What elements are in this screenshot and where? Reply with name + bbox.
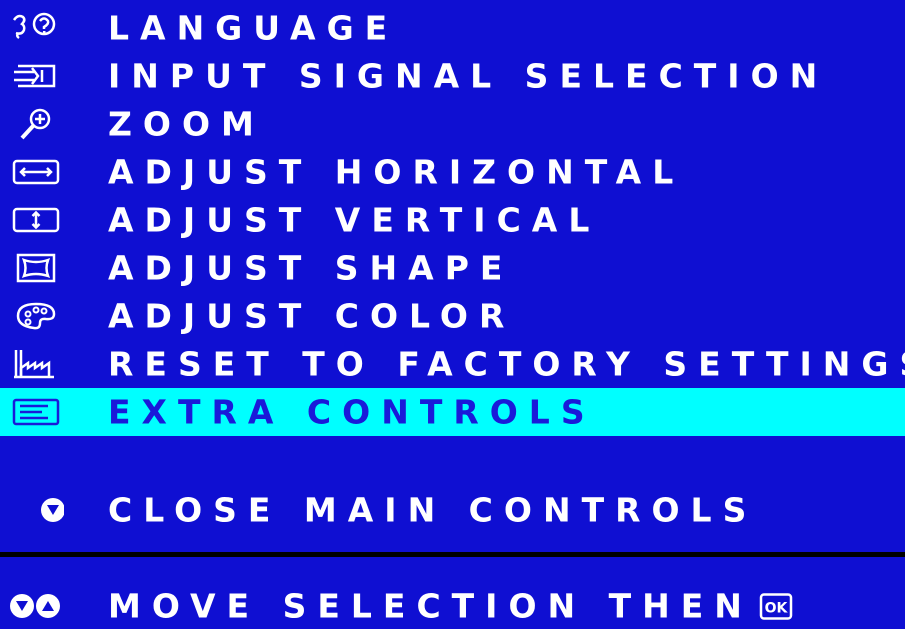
menu-item-label: ZOOM [108,104,265,144]
palette-icon [8,298,64,334]
menu-item-label: ADJUST HORIZONTAL [108,152,685,192]
down-up-buttons-icon [6,588,76,624]
divider [0,552,905,557]
menu-item-label: ADJUST COLOR [108,296,516,336]
menu-item-language[interactable]: LANGUAGE [0,4,905,52]
ok-button-icon: OK [759,590,793,623]
down-button-icon [8,492,64,528]
extra-controls-icon [8,394,64,430]
menu-item-adjust-color[interactable]: ADJUST COLOR [0,292,905,340]
svg-text:OK: OK [765,601,789,617]
language-icon [8,10,64,46]
osd-main-controls: LANGUAGE INPUT SIGNAL SELECTION ZOOM ADJ… [0,0,905,626]
menu-item-zoom[interactable]: ZOOM [0,100,905,148]
main-menu: LANGUAGE INPUT SIGNAL SELECTION ZOOM ADJ… [0,4,905,436]
menu-item-label: INPUT SIGNAL SELECTION [108,56,829,96]
menu-item-adjust-vertical[interactable]: ADJUST VERTICAL [0,196,905,244]
zoom-icon [8,106,64,142]
close-main-controls-button[interactable]: CLOSE MAIN CONTROLS [0,487,905,533]
vertical-arrows-icon [8,202,64,238]
menu-item-extra-controls[interactable]: EXTRA CONTROLS [0,388,905,436]
input-signal-icon [8,58,64,94]
menu-item-label: RESET TO FACTORY SETTINGS [108,344,905,384]
menu-item-adjust-horizontal[interactable]: ADJUST HORIZONTAL [0,148,905,196]
close-main-controls-label: CLOSE MAIN CONTROLS [108,490,758,530]
menu-item-reset-to-factory-settings[interactable]: RESET TO FACTORY SETTINGS [0,340,905,388]
menu-item-input-signal-selection[interactable]: INPUT SIGNAL SELECTION [0,52,905,100]
horizontal-arrows-icon [8,154,64,190]
menu-item-label: EXTRA CONTROLS [108,392,596,432]
factory-icon [8,346,64,382]
footer-label: MOVE SELECTION THEN OK [108,590,793,623]
menu-item-label: LANGUAGE [108,8,399,48]
footer-text: MOVE SELECTION THEN [108,586,753,626]
footer-hint: MOVE SELECTION THEN OK [0,583,905,629]
menu-item-adjust-shape[interactable]: ADJUST SHAPE [0,244,905,292]
shape-icon [8,250,64,286]
menu-item-label: ADJUST VERTICAL [108,200,601,240]
menu-item-label: ADJUST SHAPE [108,248,514,288]
